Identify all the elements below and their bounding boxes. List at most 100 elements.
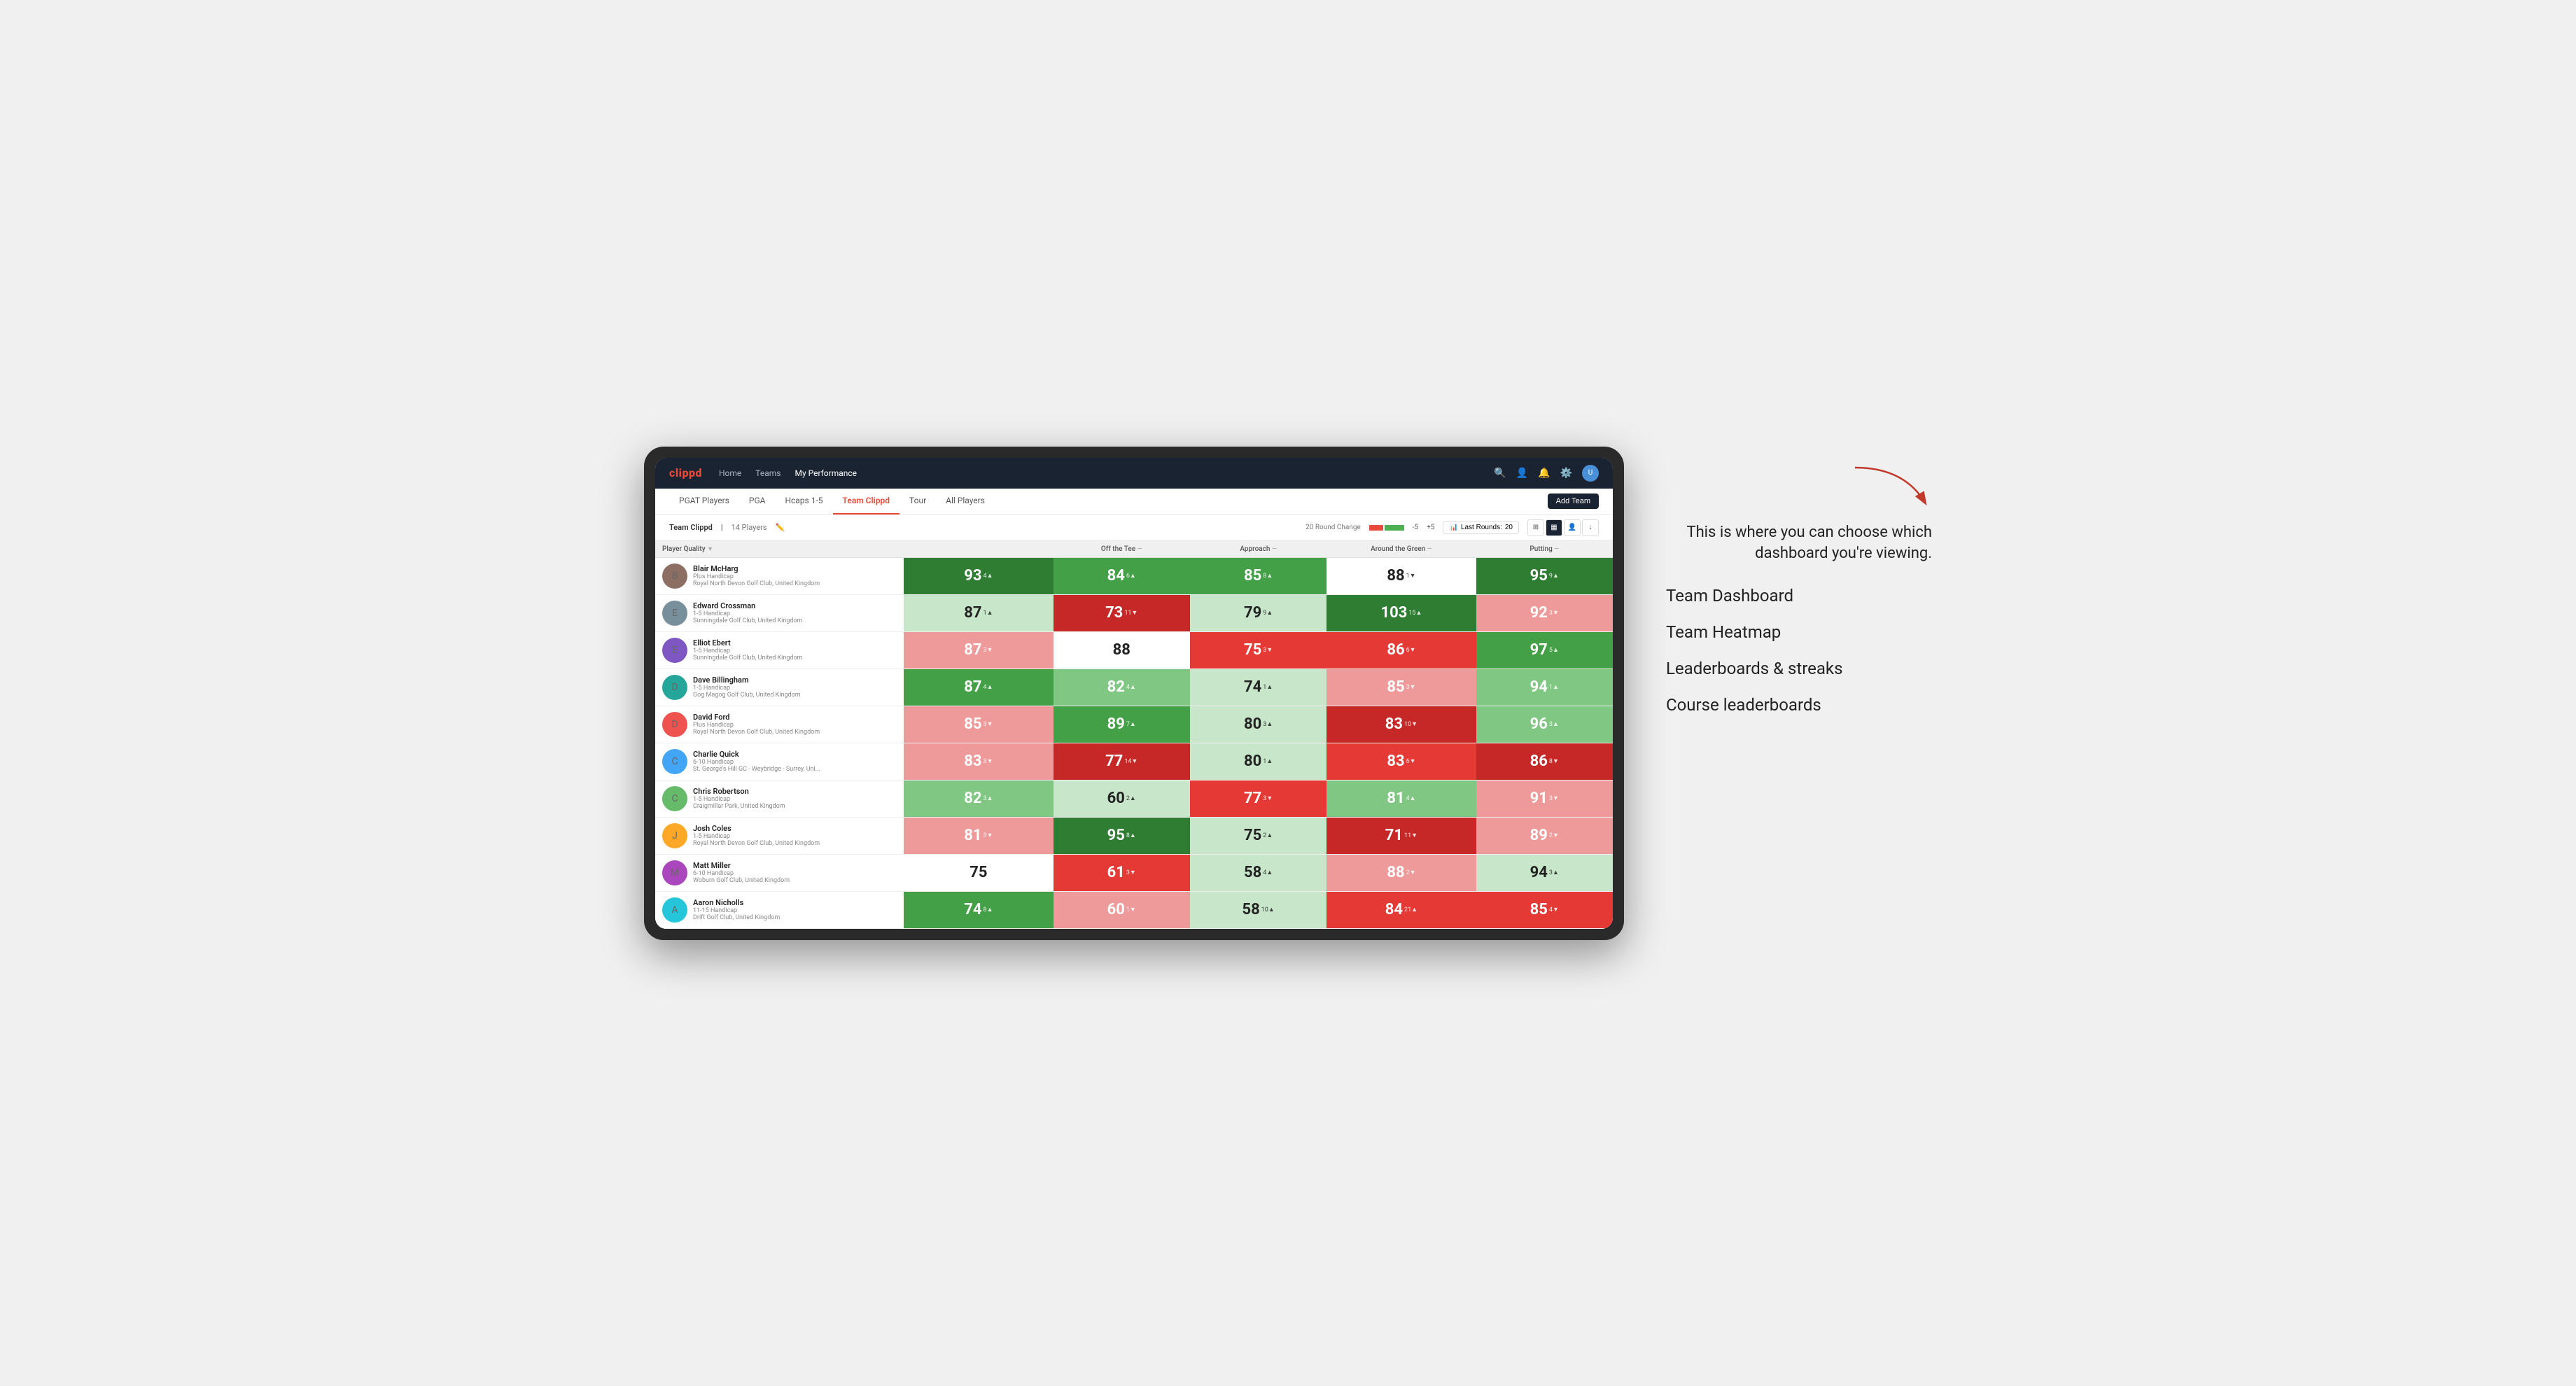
edit-icon[interactable]: ✏️	[776, 523, 785, 532]
score-change: 3▼	[1263, 646, 1273, 654]
table-icon: 📊	[1449, 524, 1457, 531]
view-list-button[interactable]: ▦	[1546, 519, 1562, 536]
score-box: 96 3▲	[1476, 706, 1613, 743]
avatar[interactable]: U	[1582, 465, 1599, 482]
tab-team-clippd[interactable]: Team Clippd	[833, 488, 899, 514]
score-change: 3▲	[1549, 720, 1559, 728]
score-box: 88 1▼	[1326, 558, 1476, 594]
player-cell[interactable]: D Dave Billingham 1-5 Handicap Gog Magog…	[655, 668, 904, 706]
score-box: 88 2▼	[1326, 855, 1476, 891]
player-cell[interactable]: C Charlie Quick 6-10 Handicap St. George…	[655, 743, 904, 780]
player-club: Gog Magog Golf Club, United Kingdom	[693, 692, 801, 699]
person-icon[interactable]: 👤	[1516, 468, 1528, 479]
score-cell-putting: 96 3▲	[1476, 706, 1613, 743]
nav-bar: clippd Home Teams My Performance 🔍 👤 🔔 ⚙…	[655, 458, 1613, 489]
score-box: 83 3▼	[904, 743, 1053, 780]
player-cell[interactable]: E Edward Crossman 1-5 Handicap Sunningda…	[655, 594, 904, 631]
player-info: Elliot Ebert 1-5 Handicap Sunningdale Go…	[693, 638, 802, 662]
player-cell[interactable]: C Chris Robertson 1-5 Handicap Craigmill…	[655, 780, 904, 817]
tab-pgat-players[interactable]: PGAT Players	[669, 488, 739, 514]
score-box: 77 14▼	[1054, 743, 1190, 780]
search-icon[interactable]: 🔍	[1494, 468, 1506, 479]
player-name: Aaron Nicholls	[693, 898, 780, 907]
bell-icon[interactable]: 🔔	[1538, 468, 1550, 479]
player-club: St. George's Hill GC - Weybridge - Surre…	[693, 766, 820, 773]
player-cell[interactable]: B Blair McHarg Plus Handicap Royal North…	[655, 557, 904, 594]
score-cell-tee: 60 2▲	[1054, 780, 1190, 817]
score-value: 61	[1107, 865, 1125, 881]
tab-tour[interactable]: Tour	[899, 488, 936, 514]
score-box: 74 8▲	[904, 892, 1053, 928]
score-cell-putting: 91 3▼	[1476, 780, 1613, 817]
nav-icons: 🔍 👤 🔔 ⚙️ U	[1494, 465, 1599, 482]
score-value: 96	[1530, 717, 1548, 732]
score-change: 3▼	[1549, 609, 1559, 617]
last-rounds-button[interactable]: 📊 Last Rounds: 20	[1443, 521, 1519, 534]
table-row: C Charlie Quick 6-10 Handicap St. George…	[655, 743, 1613, 780]
score-cell-green: 84 21▲	[1326, 891, 1476, 928]
player-info: David Ford Plus Handicap Royal North Dev…	[693, 713, 820, 736]
table-row: C Chris Robertson 1-5 Handicap Craigmill…	[655, 780, 1613, 817]
player-avatar: A	[662, 897, 687, 923]
score-cell-quality: 83 3▼	[904, 743, 1053, 780]
tab-pga[interactable]: PGA	[739, 488, 776, 514]
view-grid-button[interactable]: ⊞	[1527, 519, 1544, 536]
score-cell-quality: 93 4▲	[904, 557, 1053, 594]
player-name: David Ford	[693, 713, 820, 722]
score-cell-putting: 92 3▼	[1476, 594, 1613, 631]
score-box: 61 3▼	[1054, 855, 1190, 891]
settings-icon[interactable]: ⚙️	[1560, 468, 1572, 479]
add-team-button[interactable]: Add Team	[1548, 493, 1599, 509]
score-value: 88	[1113, 643, 1130, 658]
nav-logo[interactable]: clippd	[669, 466, 702, 479]
view-person-button[interactable]: 👤	[1564, 519, 1581, 536]
score-cell-green: 81 4▲	[1326, 780, 1476, 817]
nav-link-home[interactable]: Home	[719, 468, 741, 478]
tablet-frame: clippd Home Teams My Performance 🔍 👤 🔔 ⚙…	[644, 447, 1624, 940]
score-change: 3▼	[983, 832, 993, 839]
player-cell[interactable]: E Elliot Ebert 1-5 Handicap Sunningdale …	[655, 631, 904, 668]
score-cell-green: 83 6▼	[1326, 743, 1476, 780]
option-leaderboards[interactable]: Leaderboards & streaks	[1666, 659, 1932, 678]
nav-link-my-performance[interactable]: My Performance	[794, 468, 857, 478]
score-value: 94	[1530, 680, 1548, 695]
tab-hcaps[interactable]: Hcaps 1-5	[775, 488, 832, 514]
option-team-heatmap[interactable]: Team Heatmap	[1666, 622, 1932, 642]
nav-link-teams[interactable]: Teams	[755, 468, 780, 478]
player-name: Dave Billingham	[693, 676, 801, 685]
score-box: 87 4▲	[904, 669, 1053, 706]
player-cell[interactable]: J Josh Coles 1-5 Handicap Royal North De…	[655, 817, 904, 854]
score-box: 87 1▲	[904, 595, 1053, 631]
score-change: 1▼	[1126, 906, 1136, 913]
player-cell[interactable]: M Matt Miller 6-10 Handicap Woburn Golf …	[655, 854, 904, 891]
score-value: 82	[964, 791, 981, 806]
score-change: 3▼	[1126, 869, 1136, 876]
score-value: 60	[1107, 902, 1125, 918]
player-info: Aaron Nicholls 11-15 Handicap Drift Golf…	[693, 898, 780, 921]
view-download-button[interactable]: ↓	[1582, 519, 1599, 536]
col-header-green: Around the Green —	[1326, 541, 1476, 558]
score-change: 2▼	[1406, 869, 1416, 876]
score-change: 4▲	[983, 683, 993, 691]
score-box: 58 10▲	[1190, 892, 1326, 928]
player-handicap: 1-5 Handicap	[693, 648, 802, 654]
player-cell[interactable]: A Aaron Nicholls 11-15 Handicap Drift Go…	[655, 891, 904, 928]
player-club: Royal North Devon Golf Club, United King…	[693, 580, 820, 587]
neg-label: -5	[1413, 524, 1418, 531]
score-value: 88	[1387, 568, 1404, 584]
player-handicap: 1-5 Handicap	[693, 796, 785, 803]
tab-all-players[interactable]: All Players	[936, 488, 995, 514]
score-box: 60 2▲	[1054, 780, 1190, 817]
player-cell[interactable]: D David Ford Plus Handicap Royal North D…	[655, 706, 904, 743]
score-change: 5▲	[1549, 646, 1559, 654]
score-change: 3▲	[983, 794, 993, 802]
player-count: 14 Players	[732, 523, 767, 532]
player-club: Royal North Devon Golf Club, United King…	[693, 729, 820, 736]
option-team-dashboard[interactable]: Team Dashboard	[1666, 586, 1932, 606]
option-course-leaderboards[interactable]: Course leaderboards	[1666, 695, 1932, 715]
score-value: 84	[1385, 902, 1403, 918]
score-change: 1▲	[1549, 683, 1559, 691]
score-change: 6▼	[1406, 646, 1416, 654]
player-name: Edward Crossman	[693, 601, 802, 610]
sub-nav: PGAT Players PGA Hcaps 1-5 Team Clippd T…	[655, 489, 1613, 515]
